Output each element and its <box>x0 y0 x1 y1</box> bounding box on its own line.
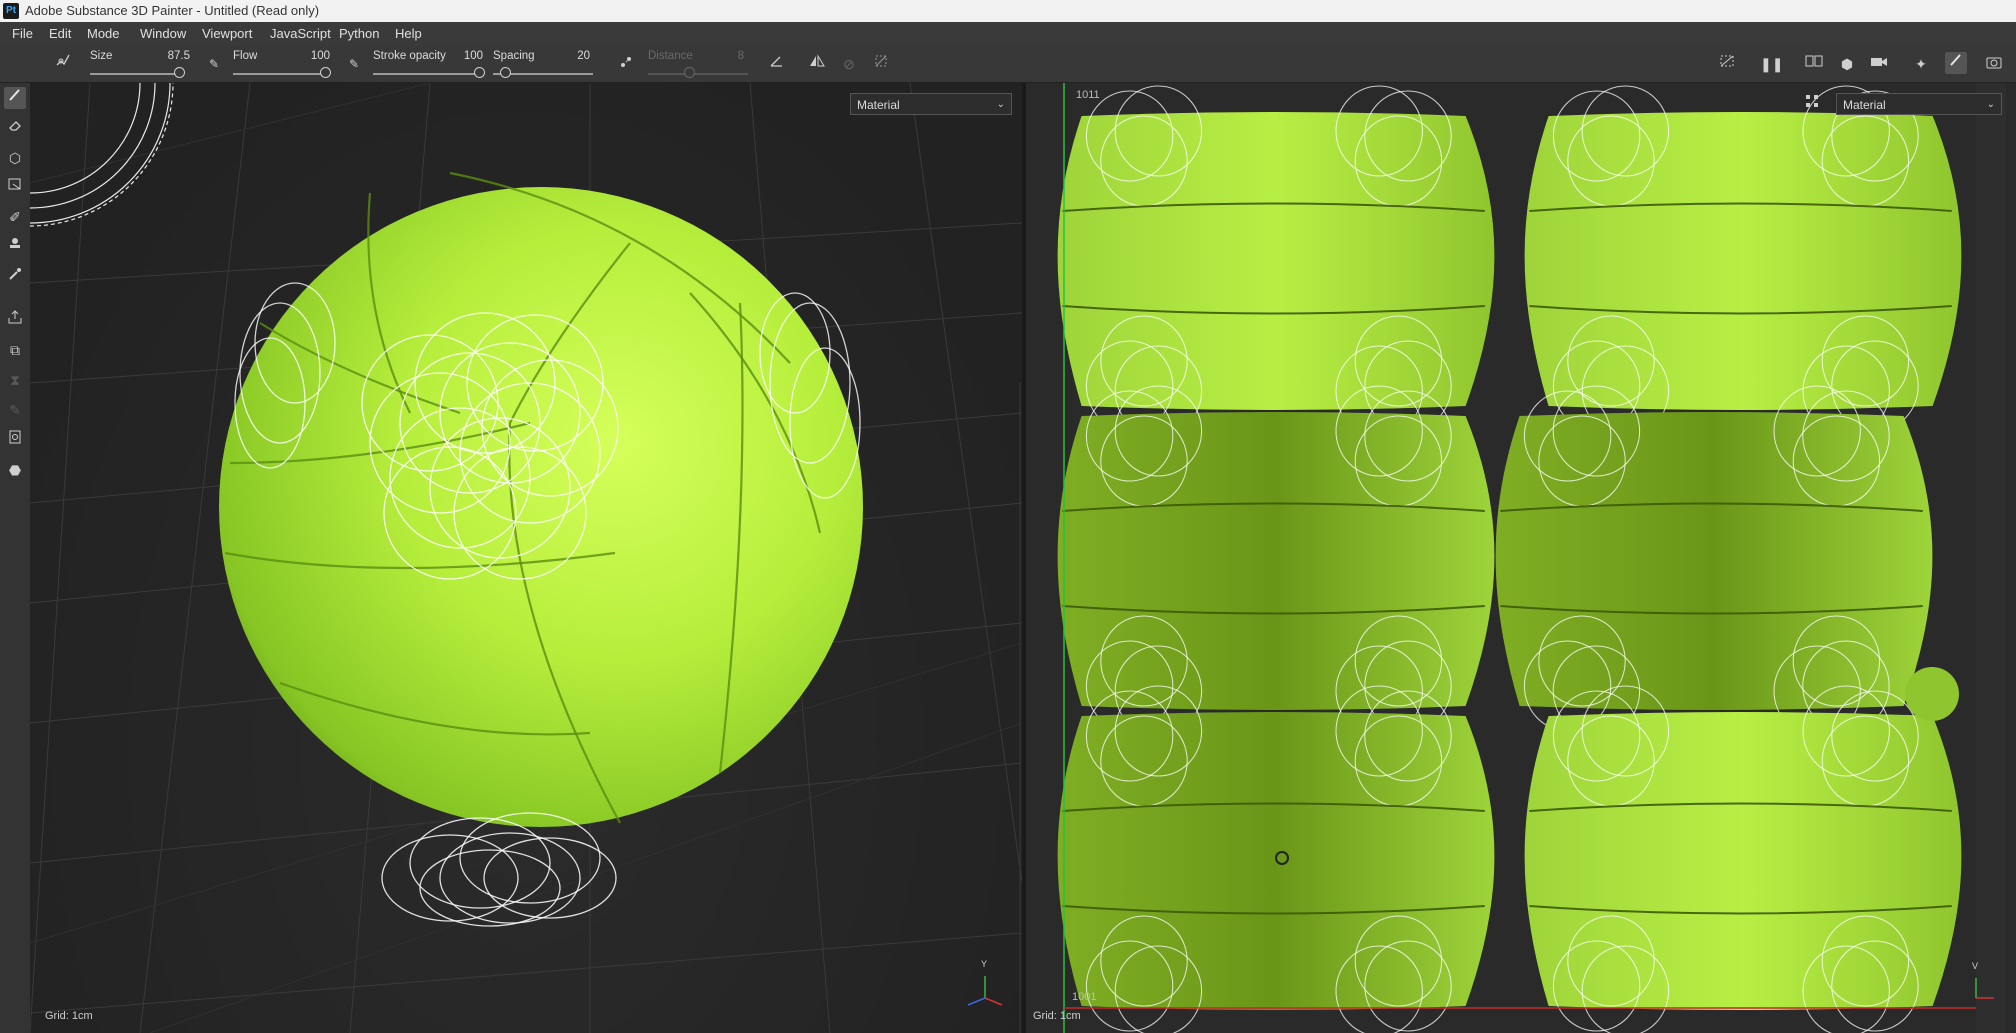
window-title: Adobe Substance 3D Painter - Untitled (R… <box>25 3 320 18</box>
geometry-mask-icon: ✎ <box>9 402 21 418</box>
menu-mode[interactable]: Mode <box>87 26 120 41</box>
color-picker-icon[interactable] <box>4 266 26 288</box>
spacing-label: Spacing <box>493 50 535 62</box>
chevron-down-icon: ⌄ <box>1986 99 1995 110</box>
menu-python[interactable]: Python <box>339 26 379 41</box>
smudge-icon[interactable]: ✐ <box>4 206 26 228</box>
stroke-opacity-label: Stroke opacity <box>373 50 446 62</box>
axis-y-label-3d: Y <box>981 959 988 969</box>
axis-v-label-2d: V <box>1972 961 1979 971</box>
distance-label: Distance <box>648 50 693 62</box>
brush-preset-icon[interactable] <box>52 52 74 74</box>
size-label: Size <box>90 50 113 62</box>
menu-file[interactable]: File <box>12 26 33 41</box>
uv-island-2 <box>1524 85 1962 437</box>
menu-window[interactable]: Window <box>140 26 186 41</box>
hide-ui-icon[interactable] <box>1716 53 1738 75</box>
left-toolbar: ⬡ ✐ ⧉ ⧗ ✎ ⬣ <box>0 83 31 1033</box>
menu-viewport[interactable]: Viewport <box>202 26 252 41</box>
material-preview-sphere[interactable] <box>1905 667 1959 721</box>
mirror-dim-icon: ⊘ <box>843 56 855 72</box>
paint-brush-icon[interactable] <box>4 87 26 109</box>
distance-slider-handle <box>684 67 695 78</box>
menu-javascript[interactable]: JavaScript <box>270 26 331 41</box>
projection-icon[interactable]: ⬡ <box>4 147 26 169</box>
grid-label-3d: Grid: 1cm <box>45 1010 93 1022</box>
transform-icon[interactable] <box>870 53 892 75</box>
pen-pressure-flow-icon[interactable]: ✎ <box>343 53 365 75</box>
udim-tile-label-top: 1011 <box>1076 89 1100 101</box>
menu-help[interactable]: Help <box>395 26 422 41</box>
pause-icon[interactable]: ❚❚ <box>1760 53 1783 75</box>
eraser-icon[interactable] <box>4 117 26 139</box>
udim-tile-label-bottom: 1001 <box>1072 991 1097 1003</box>
uv-right-gutter <box>1976 83 2006 1033</box>
viewport-mode-icon[interactable] <box>1803 53 1825 75</box>
title-bar: Pt Adobe Substance 3D Painter - Untitled… <box>0 0 2016 22</box>
viewport-3d[interactable]: Material ⌄ Grid: 1cm Y <box>30 83 1022 1033</box>
axis-gizmo <box>967 976 1003 1006</box>
distance-value: 8 <box>737 50 744 62</box>
polygon-fill-icon[interactable] <box>4 176 26 198</box>
channel-select-2d[interactable]: Material ⌄ <box>1836 93 2002 115</box>
spacing-slider-handle[interactable] <box>500 67 511 78</box>
render-effects-icon[interactable]: ✦ <box>1910 53 1932 75</box>
stroke-opacity-slider-handle[interactable] <box>474 67 485 78</box>
illustration-icon[interactable] <box>4 429 26 451</box>
bake-icon[interactable]: ⧉ <box>4 339 26 361</box>
viewport-3d-scene <box>30 83 1022 1033</box>
tool-options-bar: Size 87.5 ✎ Flow 100 ✎ Stroke opacity 10… <box>0 46 2016 83</box>
export-icon[interactable] <box>4 309 26 331</box>
menu-bar: File Edit Mode Window Viewport JavaScrip… <box>0 22 2016 46</box>
uv-island-3 <box>1057 385 1495 737</box>
brush-cursor <box>30 83 174 227</box>
display-cube-icon[interactable]: ⬢ <box>1836 53 1858 75</box>
channel-select-3d[interactable]: Material ⌄ <box>850 93 1012 115</box>
channel-select-3d-value: Material <box>857 98 900 112</box>
flow-slider-handle[interactable] <box>320 67 331 78</box>
size-value[interactable]: 87.5 <box>150 50 190 62</box>
distance-slider <box>648 73 748 75</box>
viewport-2d[interactable]: 1011 1001 Material ⌄ Grid: 1cm V <box>1026 83 2016 1033</box>
uv-layout <box>1057 83 2006 1033</box>
stroke-opacity-slider[interactable] <box>373 73 483 75</box>
flow-label: Flow <box>233 50 258 62</box>
stroke-opacity-value[interactable]: 100 <box>443 50 483 62</box>
volleyball-model[interactable] <box>219 171 863 927</box>
pen-pressure-size-icon[interactable]: ✎ <box>203 53 225 75</box>
display-settings-icon[interactable] <box>1801 93 1823 115</box>
flow-slider[interactable] <box>233 73 325 75</box>
uv-island-4 <box>1495 385 1933 737</box>
channel-select-2d-value: Material <box>1843 98 1886 112</box>
uv-island-1 <box>1057 85 1495 437</box>
menu-edit[interactable]: Edit <box>49 26 71 41</box>
clone-stamp-icon[interactable] <box>4 236 26 258</box>
flow-value[interactable]: 100 <box>290 50 330 62</box>
screenshot-camera-icon[interactable] <box>1983 53 2005 75</box>
chevron-down-icon: ⌄ <box>996 99 1005 110</box>
spacing-value[interactable]: 20 <box>550 50 590 62</box>
app-logo-icon: Pt <box>3 3 19 19</box>
symmetry-icon[interactable] <box>806 53 828 75</box>
history-icon: ⧗ <box>10 372 20 388</box>
camera-settings-icon[interactable] <box>1868 53 1890 75</box>
size-slider[interactable] <box>90 73 180 75</box>
angle-icon[interactable] <box>766 53 788 75</box>
paint-mode-icon[interactable] <box>1945 52 1967 74</box>
lazy-mouse-icon[interactable] <box>615 53 637 75</box>
size-slider-handle[interactable] <box>174 67 185 78</box>
uv-island-6 <box>1524 685 1962 1033</box>
grid-label-2d: Grid: 1cm <box>1033 1010 1081 1022</box>
shelf-icon[interactable]: ⬣ <box>4 459 26 481</box>
